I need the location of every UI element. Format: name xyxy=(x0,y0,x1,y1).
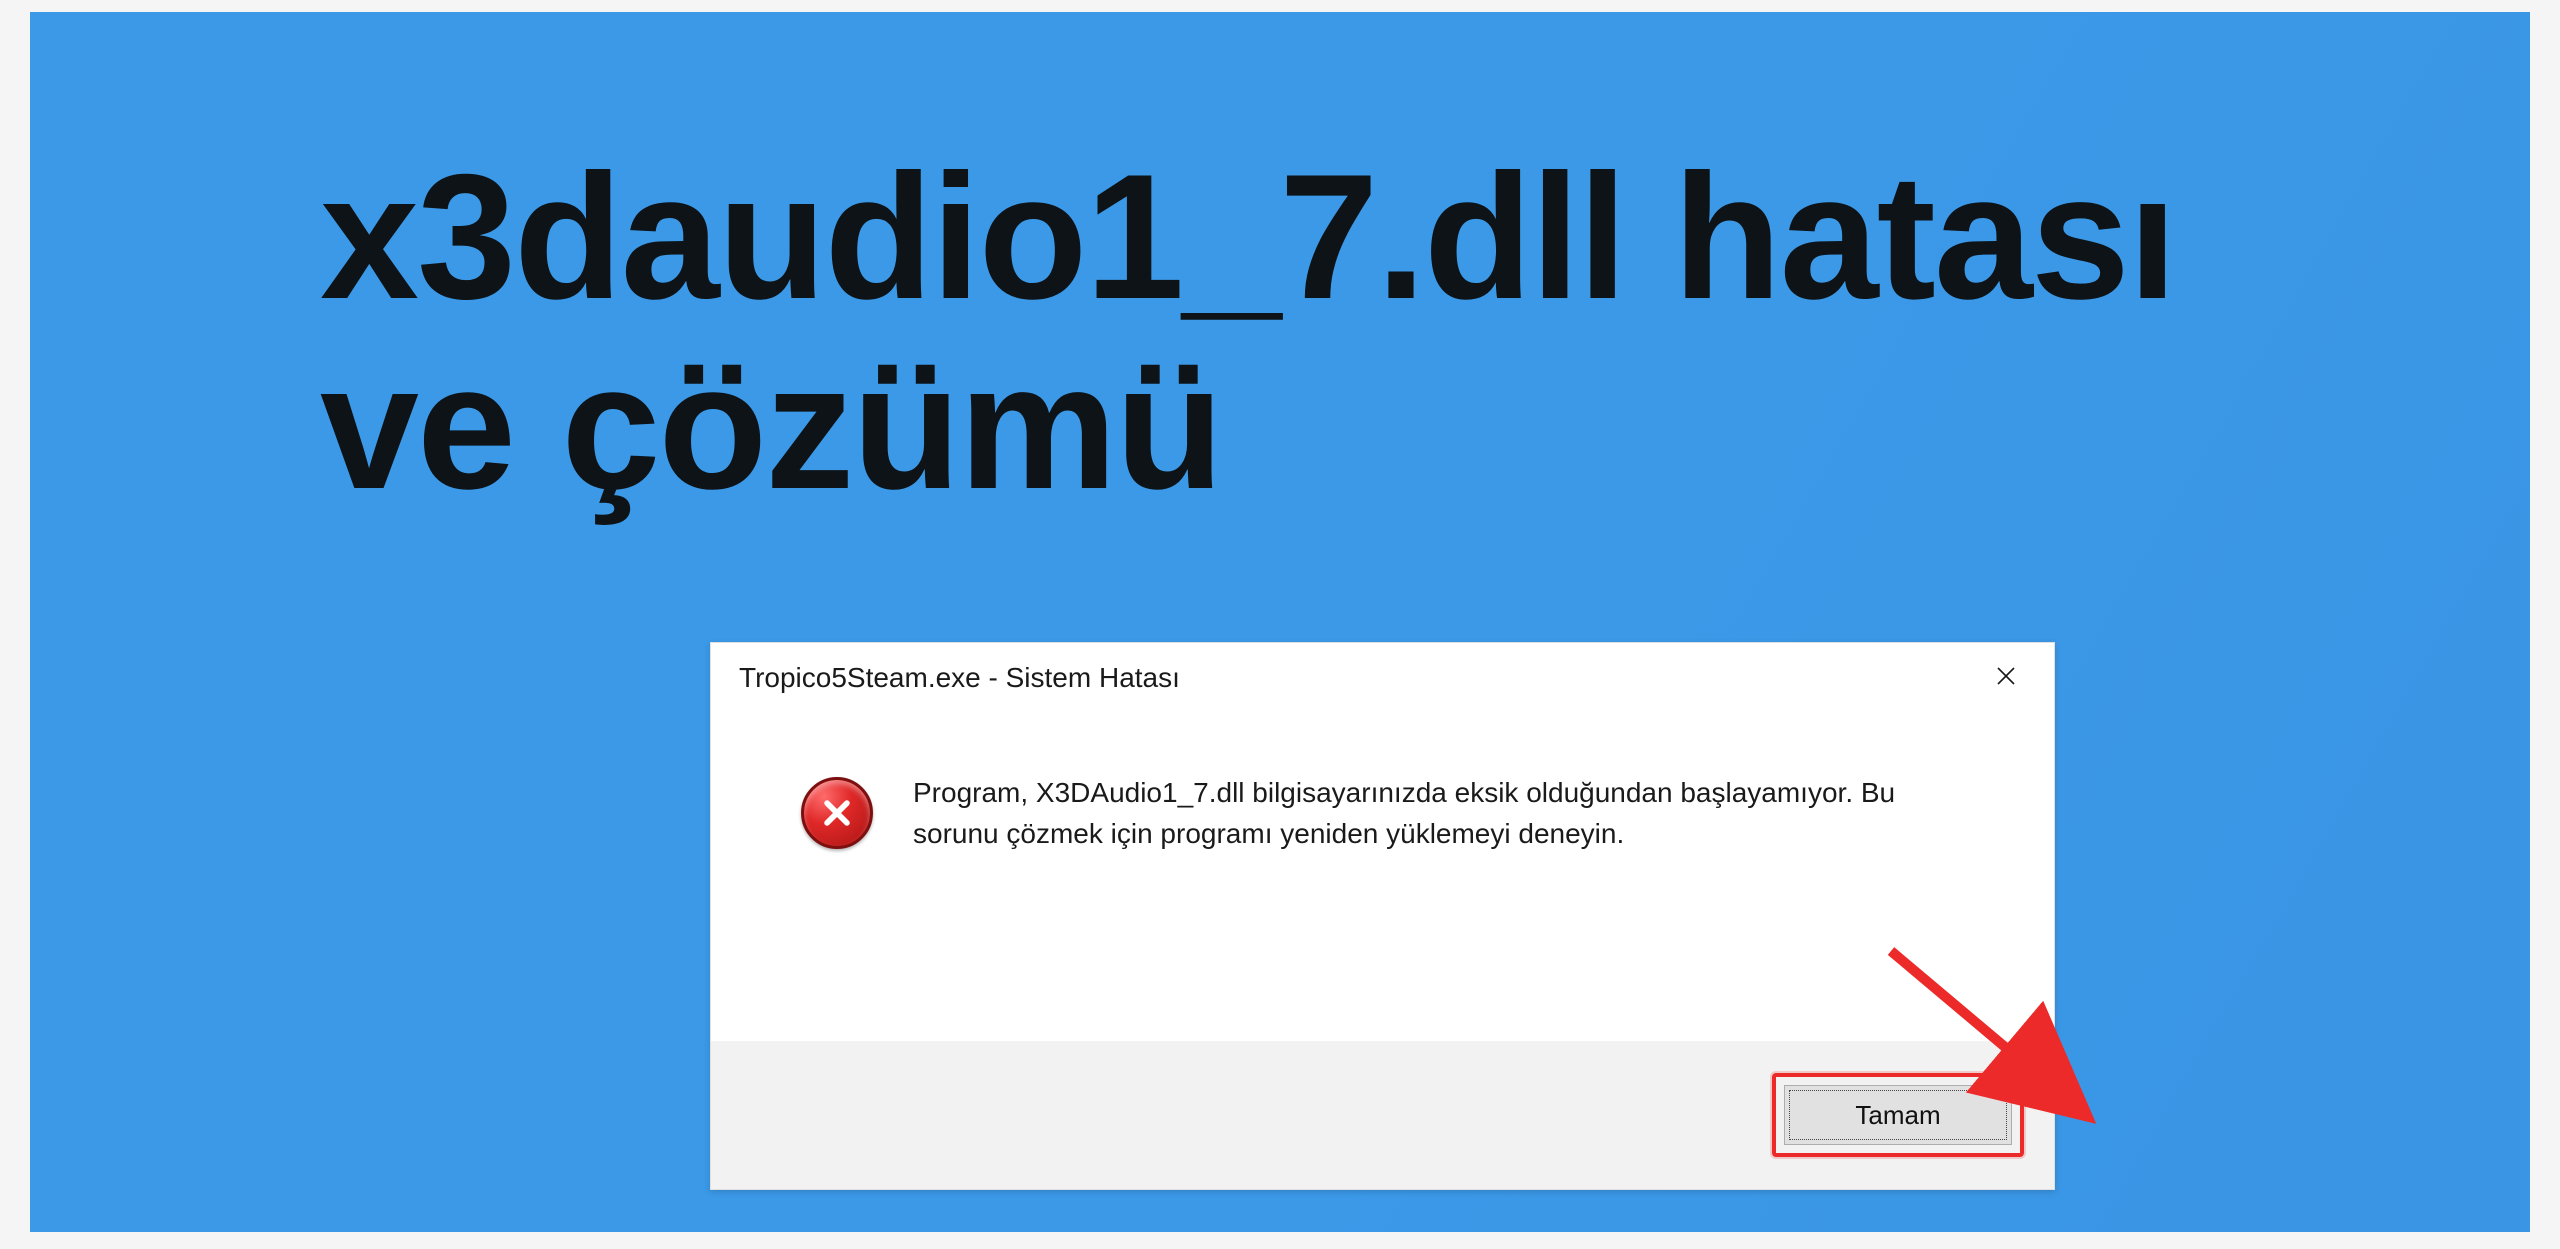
headline-text: x3daudio1_7.dll hatası ve çözümü xyxy=(320,142,2370,523)
error-dialog: Tropico5Steam.exe - Sistem Hatası xyxy=(710,642,2055,1190)
close-button[interactable] xyxy=(1976,653,2036,703)
highlight-box: Tamam xyxy=(1772,1073,2024,1157)
ok-button[interactable]: Tamam xyxy=(1784,1085,2012,1145)
dialog-body: Program, X3DAudio1_7.dll bilgisayarınızd… xyxy=(711,713,2054,1043)
error-icon xyxy=(801,777,873,849)
dialog-title: Tropico5Steam.exe - Sistem Hatası xyxy=(739,662,1180,694)
ok-button-label: Tamam xyxy=(1855,1100,1940,1131)
close-icon xyxy=(1994,664,2018,693)
dialog-titlebar[interactable]: Tropico5Steam.exe - Sistem Hatası xyxy=(711,643,2054,713)
slide-background: x3daudio1_7.dll hatası ve çözümü Tropico… xyxy=(30,12,2530,1232)
dialog-footer: Tamam xyxy=(711,1041,2054,1189)
dialog-message: Program, X3DAudio1_7.dll bilgisayarınızd… xyxy=(913,773,1983,854)
